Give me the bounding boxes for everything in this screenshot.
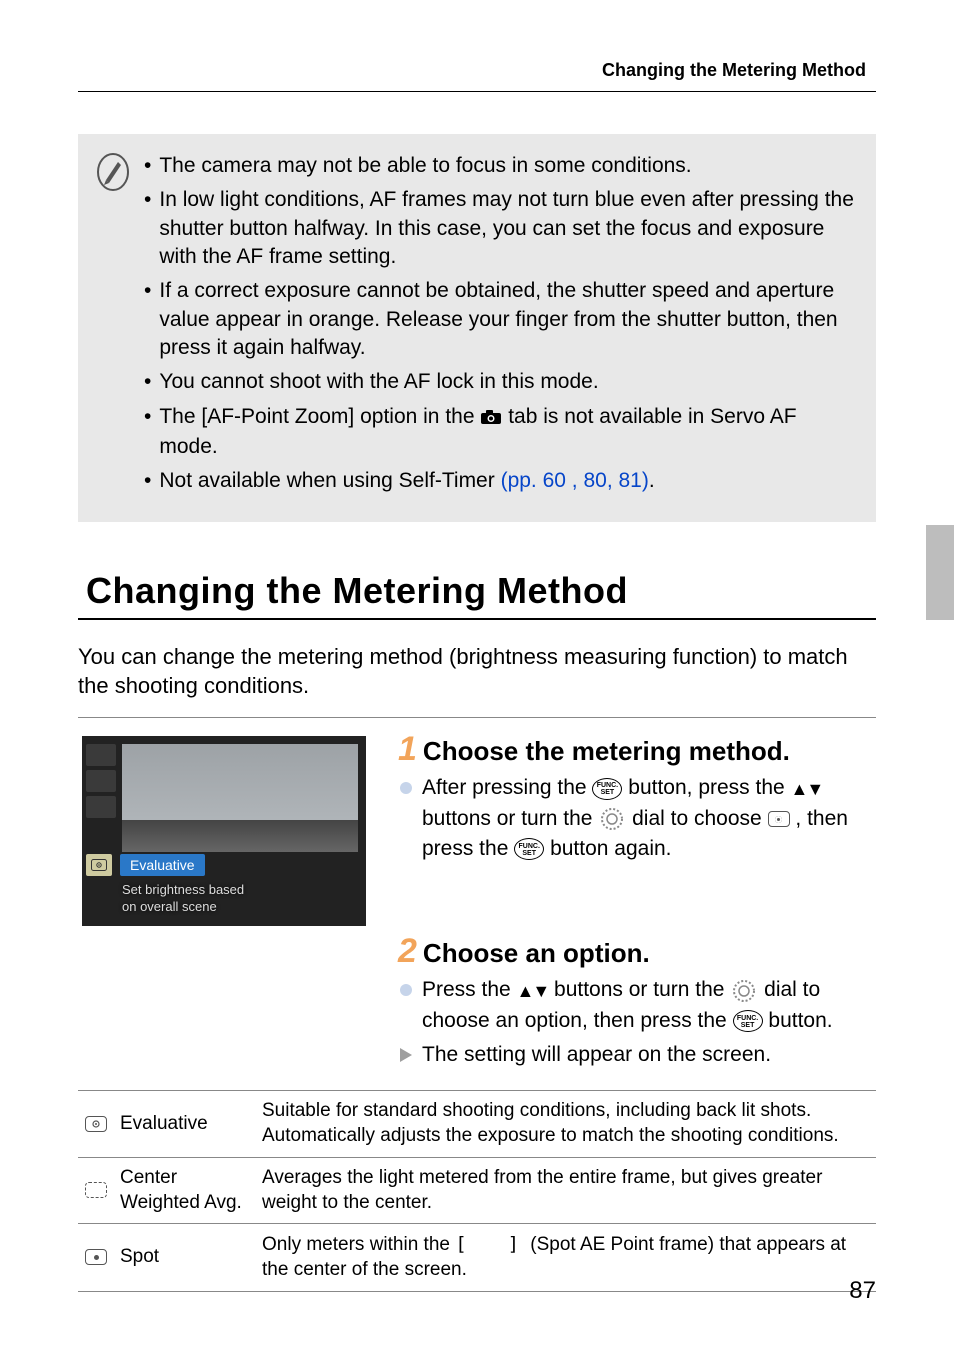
- func-set-button-icon: FUNC.SET: [733, 1010, 763, 1032]
- intro-rule: [78, 717, 876, 718]
- spot-frame-icon: [ ]: [455, 1232, 525, 1257]
- note-item: If a correct exposure cannot be obtained…: [144, 277, 854, 362]
- mode-name-cell: Evaluative: [114, 1091, 256, 1157]
- up-down-arrow-icon: ▲▼: [517, 978, 549, 1004]
- mode-desc-cell: Suitable for standard shooting condition…: [256, 1091, 876, 1157]
- control-dial-icon: [732, 979, 756, 1003]
- screenshot-subtext: on overall scene: [122, 899, 244, 916]
- section-title-wrap: Changing the Metering Method: [78, 568, 876, 620]
- center-weighted-icon: [85, 1182, 107, 1198]
- section-title: Changing the Metering Method: [78, 568, 876, 616]
- step-result: The setting will appear on the screen.: [398, 1040, 876, 1070]
- side-tab: [926, 525, 954, 620]
- evaluative-icon: [86, 854, 112, 876]
- step-1-row: Evaluative Set brightness based on overa…: [78, 732, 876, 926]
- running-head: Changing the Metering Method: [78, 60, 876, 81]
- head-rule: [78, 91, 876, 92]
- mode-name-cell: Spot: [114, 1224, 256, 1291]
- note-item: The camera may not be able to focus in s…: [144, 152, 854, 180]
- step-2-row: 2 Choose an option. Press the ▲▼ buttons…: [78, 934, 876, 1074]
- camera-screenshot: Evaluative Set brightness based on overa…: [82, 736, 366, 926]
- step-number: 1: [398, 732, 417, 766]
- mode-icon-cell: [78, 1224, 114, 1291]
- step-title: Choose an option.: [423, 938, 650, 969]
- step-instruction: After pressing the FUNC.SET button, pres…: [398, 773, 876, 864]
- control-dial-icon: [600, 807, 624, 831]
- camera-icon: [480, 405, 502, 433]
- step-title: Choose the metering method.: [423, 736, 790, 767]
- step-2-body: 2 Choose an option. Press the ▲▼ buttons…: [398, 934, 876, 1074]
- intro-text: You can change the metering method (brig…: [78, 642, 876, 701]
- mode-desc-cell: Only meters within the [ ] (Spot AE Poin…: [256, 1224, 876, 1291]
- mode-icon-cell: [78, 1091, 114, 1157]
- mode-name-cell: Center Weighted Avg.: [114, 1157, 256, 1223]
- screenshot-subtext: Set brightness based: [122, 882, 244, 899]
- up-down-arrow-icon: ▲▼: [791, 776, 823, 802]
- note-text: Not available when using Self-Timer: [159, 469, 500, 492]
- metering-modes-table: Evaluative Suitable for standard shootin…: [78, 1090, 876, 1291]
- step-1-body: 1 Choose the metering method. After pres…: [398, 732, 876, 926]
- note-item: In low light conditions, AF frames may n…: [144, 186, 854, 271]
- page-reference-link[interactable]: (pp. 60 , 80, 81): [501, 469, 649, 492]
- spot-metering-icon: [85, 1249, 107, 1265]
- func-set-button-icon: FUNC.SET: [514, 838, 544, 860]
- evaluative-metering-icon: [768, 811, 790, 827]
- section-title-rule: [78, 618, 876, 620]
- note-box: The camera may not be able to focus in s…: [78, 134, 876, 522]
- evaluative-metering-icon: [85, 1116, 107, 1132]
- page-number: 87: [849, 1277, 876, 1305]
- step-instruction: Press the ▲▼ buttons or turn the dial to…: [398, 975, 876, 1036]
- table-row: Evaluative Suitable for standard shootin…: [78, 1091, 876, 1157]
- note-text: The [AF-Point Zoom] option in the: [159, 405, 480, 428]
- mode-icon-cell: [78, 1157, 114, 1223]
- note-text: .: [649, 469, 655, 492]
- screenshot-selected-label: Evaluative: [120, 854, 205, 876]
- table-row: Spot Only meters within the [ ] (Spot AE…: [78, 1224, 876, 1291]
- page-content: Changing the Metering Method The camera …: [0, 0, 954, 1292]
- mode-desc-cell: Averages the light metered from the enti…: [256, 1157, 876, 1223]
- note-item: Not available when using Self-Timer (pp.…: [144, 467, 854, 495]
- table-row: Center Weighted Avg. Averages the light …: [78, 1157, 876, 1223]
- note-list: The camera may not be able to focus in s…: [144, 152, 854, 502]
- pencil-note-icon: [96, 152, 130, 502]
- note-item: You cannot shoot with the AF lock in thi…: [144, 368, 854, 396]
- note-item: The [AF-Point Zoom] option in the tab is…: [144, 403, 854, 462]
- func-set-button-icon: FUNC.SET: [592, 778, 622, 800]
- step-number: 2: [398, 934, 417, 968]
